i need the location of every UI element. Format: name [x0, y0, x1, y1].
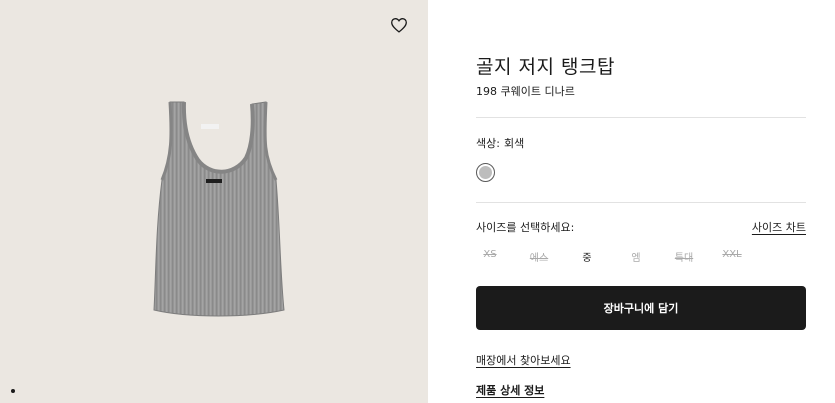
size-selector: XS 에스 중 엠 특대 XXL: [476, 249, 756, 265]
heart-icon: [391, 18, 407, 33]
color-swatch-gray[interactable]: [476, 163, 495, 182]
product-gallery: [0, 0, 428, 403]
size-chart-link[interactable]: 사이즈 차트: [752, 219, 806, 235]
size-option-xl[interactable]: 특대: [661, 249, 707, 264]
size-prompt: 사이즈를 선택하세요:: [476, 221, 575, 234]
product-price: 198 쿠웨이트 디나르: [476, 85, 575, 98]
size-option-l[interactable]: 엠: [613, 249, 659, 264]
color-value: 회색: [503, 137, 525, 150]
size-option-m[interactable]: 중: [564, 249, 610, 264]
add-to-cart-button[interactable]: 장바구니에 담기: [476, 286, 806, 330]
divider: [476, 117, 806, 118]
color-selection: 색상: 회색: [476, 135, 524, 151]
product-image[interactable]: [148, 96, 288, 322]
gallery-indicator[interactable]: [11, 389, 15, 393]
label-tag: [201, 124, 219, 129]
size-option-xxl[interactable]: XXL: [709, 249, 755, 260]
divider: [476, 202, 806, 203]
color-label: 색상:: [476, 137, 500, 150]
logo-patch: [206, 179, 222, 183]
product-details-link[interactable]: 제품 상세 정보: [476, 382, 544, 398]
find-in-store-link[interactable]: 매장에서 찾아보세요: [476, 352, 571, 368]
product-title: 골지 저지 탱크탑: [476, 56, 615, 78]
size-option-s[interactable]: 에스: [516, 249, 562, 264]
wishlist-button[interactable]: [390, 17, 410, 35]
size-option-xs[interactable]: XS: [467, 249, 513, 260]
